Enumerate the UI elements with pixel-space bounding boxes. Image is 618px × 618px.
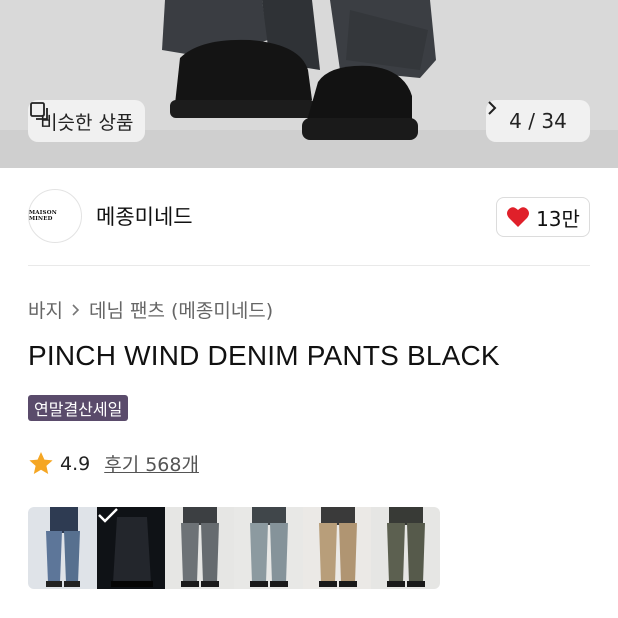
product-photo — [0, 0, 618, 168]
image-counter-button[interactable]: 4 / 34 — [486, 100, 590, 142]
breadcrumb: 바지 데님 팬츠 (메종미네드) — [28, 296, 273, 323]
thumbnail-blue-denim[interactable] — [28, 507, 97, 589]
sale-badge: 연말결산세일 — [28, 395, 129, 421]
image-counter: 4 / 34 — [509, 109, 567, 133]
chevron-right-icon — [488, 101, 497, 115]
breadcrumb-subcategory[interactable]: 데님 팬츠 (메종미네드) — [89, 296, 273, 323]
like-count: 13만 — [536, 206, 580, 231]
brand-row[interactable]: MAISON MINED 메종미네드 13만 — [28, 188, 590, 244]
product-image-carousel[interactable]: 비슷한 상품 4 / 34 — [0, 0, 618, 168]
breadcrumb-category[interactable]: 바지 — [28, 296, 63, 323]
rating-score: 4.9 — [60, 452, 91, 475]
color-thumbnails — [28, 507, 440, 589]
brand-name[interactable]: 메종미네드 — [96, 201, 193, 231]
check-icon — [97, 508, 118, 523]
rating-row: 4.9 후기 568개 — [28, 450, 199, 477]
thumbnail-image — [28, 507, 97, 589]
thumbnail-grey-denim[interactable] — [165, 507, 234, 589]
thumbnail-image — [302, 507, 372, 589]
thumbnail-image — [165, 507, 234, 589]
product-title: PINCH WIND DENIM PANTS BLACK — [28, 340, 500, 371]
similar-items-icon — [30, 102, 48, 120]
chevron-right-icon — [72, 303, 80, 316]
thumbnail-olive-denim[interactable] — [371, 507, 440, 589]
similar-products-label: 비슷한 상품 — [40, 111, 134, 134]
divider — [28, 265, 590, 266]
thumbnail-light-grey-denim[interactable] — [233, 507, 303, 589]
brand-logo-text: MAISON MINED — [29, 210, 57, 222]
reviews-link[interactable]: 후기 568개 — [104, 450, 199, 477]
brand-logo[interactable]: MAISON MINED — [28, 189, 82, 243]
star-icon — [29, 452, 53, 474]
like-button[interactable]: 13만 — [496, 197, 590, 237]
thumbnail-beige-pants[interactable] — [302, 507, 372, 589]
thumbnail-image — [371, 507, 440, 589]
similar-products-button[interactable]: 비슷한 상품 — [28, 100, 146, 142]
selected-check — [97, 507, 166, 589]
thumbnail-image — [233, 507, 303, 589]
thumbnail-black-denim[interactable] — [96, 507, 166, 589]
heart-icon — [507, 207, 530, 227]
